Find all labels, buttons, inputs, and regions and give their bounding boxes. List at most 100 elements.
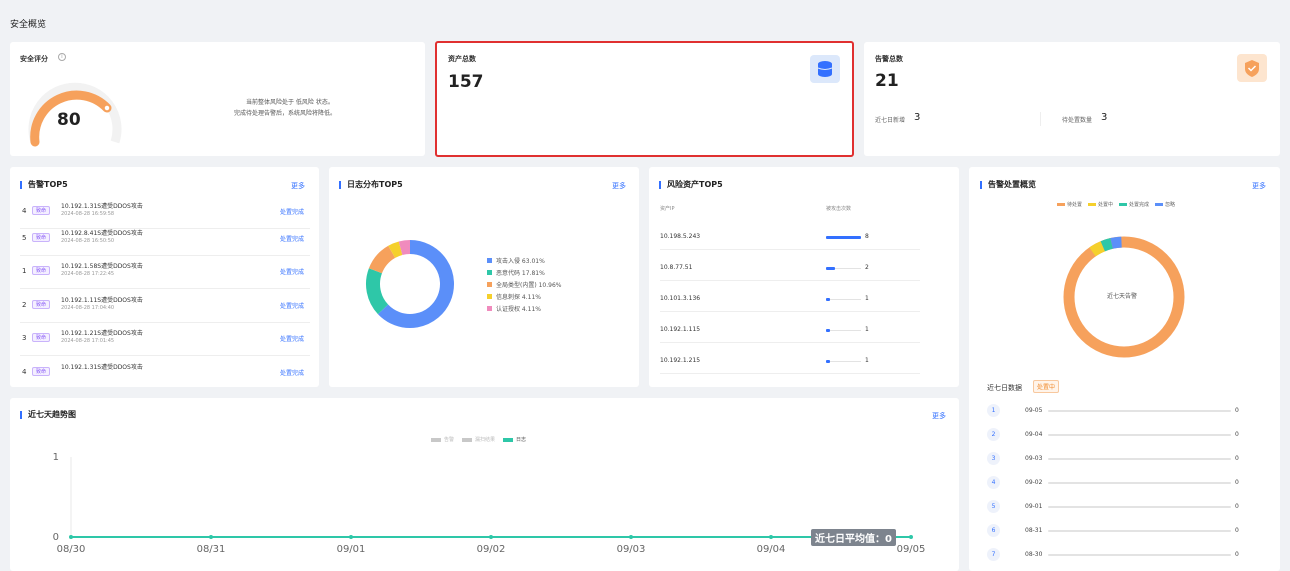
- alert-rank: 1: [22, 267, 27, 275]
- score-title: 安全评分: [20, 55, 48, 63]
- risk-ip[interactable]: 10.192.1.215: [660, 357, 700, 364]
- day-bar-track: [1048, 410, 1231, 412]
- risk-row: 10.192.1.115 1: [649, 326, 959, 357]
- overview-legend-item[interactable]: 处置中: [1088, 201, 1113, 208]
- alert-row-title[interactable]: 10.192.1.11S遭受DDOS攻击: [61, 295, 143, 304]
- day-rank: 3: [987, 452, 1000, 465]
- overview-legend-label: 忽略: [1165, 202, 1176, 208]
- day-value: 0: [1235, 455, 1239, 462]
- log-legend-item[interactable]: 认证授权 4.11%: [487, 302, 561, 314]
- log-top5-more-link[interactable]: 更多: [612, 181, 626, 191]
- row-divider: [660, 311, 920, 312]
- log-legend-item[interactable]: 恶意代码 17.81%: [487, 266, 561, 278]
- risk-row: 10.198.5.243 8: [649, 233, 959, 264]
- risk-ip[interactable]: 10.101.3.136: [660, 295, 700, 302]
- risk-count: 1: [865, 326, 869, 333]
- alert-row-time: 2024-08-28 16:50:50: [61, 238, 115, 244]
- log-legend-label: 信息刺探 4.11%: [496, 293, 541, 301]
- alert-top5-more-link[interactable]: 更多: [291, 181, 305, 191]
- alert-rank: 5: [22, 234, 27, 242]
- severity-tag: 致命: [32, 206, 51, 215]
- risk-count: 8: [865, 233, 869, 240]
- risk-ip[interactable]: 10.192.1.115: [660, 326, 700, 333]
- risk-bar-track: [826, 361, 861, 362]
- recent-status-tag[interactable]: 处置中: [1033, 380, 1060, 393]
- row-divider: [20, 322, 310, 323]
- overview-legend-item[interactable]: 处置完成: [1119, 201, 1149, 208]
- day-bar-track: [1048, 554, 1231, 556]
- alert-action-link[interactable]: 处置完成: [280, 267, 304, 276]
- row-divider: [660, 342, 920, 343]
- alert-total-card: 告警总数 21 近七日新增 3 待处置数量 3: [864, 42, 1280, 156]
- alert-row: 5 致命 10.192.8.41S遭受DDOS攻击 2024-08-28 16:50:…: [10, 224, 319, 257]
- log-legend-item[interactable]: 全局类型(内置) 10.96%: [487, 278, 561, 290]
- overview-legend-item[interactable]: 待处置: [1057, 201, 1082, 208]
- day-date: 09-05: [1025, 407, 1043, 414]
- day-date: 09-04: [1025, 431, 1043, 438]
- alert-row-title[interactable]: 10.192.1.31S遭受DDOS攻击: [61, 201, 143, 210]
- alert-action-link[interactable]: 处置完成: [280, 207, 304, 216]
- asset-value: 157: [448, 72, 484, 92]
- risk-ip[interactable]: 10.198.5.243: [660, 233, 700, 240]
- legend-swatch: [1119, 203, 1128, 206]
- day-row: 4 09-02 0: [969, 476, 1280, 496]
- alert-row-title[interactable]: 10.192.1.21S遭受DDOS攻击: [61, 328, 143, 337]
- severity-tag: 致命: [32, 367, 51, 376]
- log-legend-item[interactable]: 攻击入侵 63.01%: [487, 254, 561, 266]
- log-donut-slice: [368, 245, 396, 274]
- day-value: 0: [1235, 407, 1239, 414]
- page-title: 安全概览: [10, 20, 47, 30]
- legend-swatch: [1088, 203, 1097, 206]
- log-donut-chart: [366, 240, 454, 328]
- alert-overview-legend: 待处置 处置中 处置完成 忽略: [1057, 201, 1175, 208]
- day-date: 09-03: [1025, 455, 1043, 462]
- day-value: 0: [1235, 551, 1239, 558]
- alert-row-title[interactable]: 10.192.1.58S遭受DDOS攻击: [61, 261, 143, 270]
- risk-row: 10.101.3.136 1: [649, 295, 959, 326]
- risk-top5-title: 风险资产TOP5: [659, 181, 723, 189]
- day-bar-track: [1048, 434, 1231, 436]
- log-legend: 攻击入侵 63.01% 恶意代码 17.81% 全局类型(内置) 10.96% 信息刺…: [487, 254, 561, 314]
- alert-action-link[interactable]: 处置完成: [280, 368, 304, 377]
- shield-icon: [1237, 54, 1267, 82]
- new-value: 3: [914, 112, 921, 123]
- risk-bar: [826, 329, 831, 332]
- alert-action-link[interactable]: 处置完成: [280, 234, 304, 243]
- row-divider: [660, 249, 920, 250]
- x-tick-label: 09/01: [337, 544, 366, 555]
- overview-legend-label: 处置完成: [1129, 202, 1150, 208]
- info-icon[interactable]: i: [58, 53, 66, 61]
- legend-swatch: [487, 269, 492, 275]
- risk-bar-track: [826, 299, 861, 300]
- day-row: 7 08-30 0: [969, 548, 1280, 568]
- alert-action-link[interactable]: 处置完成: [280, 301, 304, 310]
- y-tick-label: 1: [53, 452, 59, 463]
- alert-row-title[interactable]: 10.192.8.41S遭受DDOS攻击: [61, 228, 143, 237]
- row-divider: [20, 355, 310, 356]
- risk-bar: [826, 267, 835, 270]
- risk-ip[interactable]: 10.8.77.51: [660, 264, 692, 271]
- alert-row-time: 2024-08-28 17:01:45: [61, 338, 115, 344]
- day-rank: 5: [987, 500, 1000, 513]
- log-top5-title: 日志分布TOP5: [339, 181, 403, 189]
- score-value: 80: [57, 110, 81, 130]
- day-bar-track: [1048, 482, 1231, 484]
- alert-row-time: 2024-08-28 17:04:40: [61, 305, 115, 311]
- severity-tag: 致命: [32, 333, 51, 342]
- risk-bar-track: [826, 330, 861, 331]
- alert-action-link[interactable]: 处置完成: [280, 334, 304, 343]
- alert-row-time: 2024-08-28 17:22:45: [61, 271, 115, 277]
- day-rank: 4: [987, 476, 1000, 489]
- alert-row-title[interactable]: 10.192.1.31S遭受DDOS攻击: [61, 362, 143, 371]
- alert-row-time: 2024-08-28 16:59:58: [61, 211, 115, 217]
- log-legend-item[interactable]: 信息刺探 4.11%: [487, 290, 561, 302]
- alert-overview-more-link[interactable]: 更多: [1252, 181, 1266, 191]
- asset-total-card[interactable]: 资产总数 157: [435, 41, 854, 157]
- log-donut-slice: [388, 241, 403, 259]
- risk-row: 10.192.1.215 1: [649, 357, 959, 388]
- pending-value: 3: [1101, 112, 1108, 123]
- log-legend-label: 认证授权 4.11%: [496, 305, 541, 313]
- alert-top5-card: 告警TOP5 更多 4 致命 10.192.1.31S遭受DDOS攻击 2024-08…: [10, 167, 319, 387]
- overview-legend-item[interactable]: 忽略: [1155, 201, 1175, 208]
- alert-row: 3 致命 10.192.1.21S遭受DDOS攻击 2024-08-28 17:01:…: [10, 324, 319, 357]
